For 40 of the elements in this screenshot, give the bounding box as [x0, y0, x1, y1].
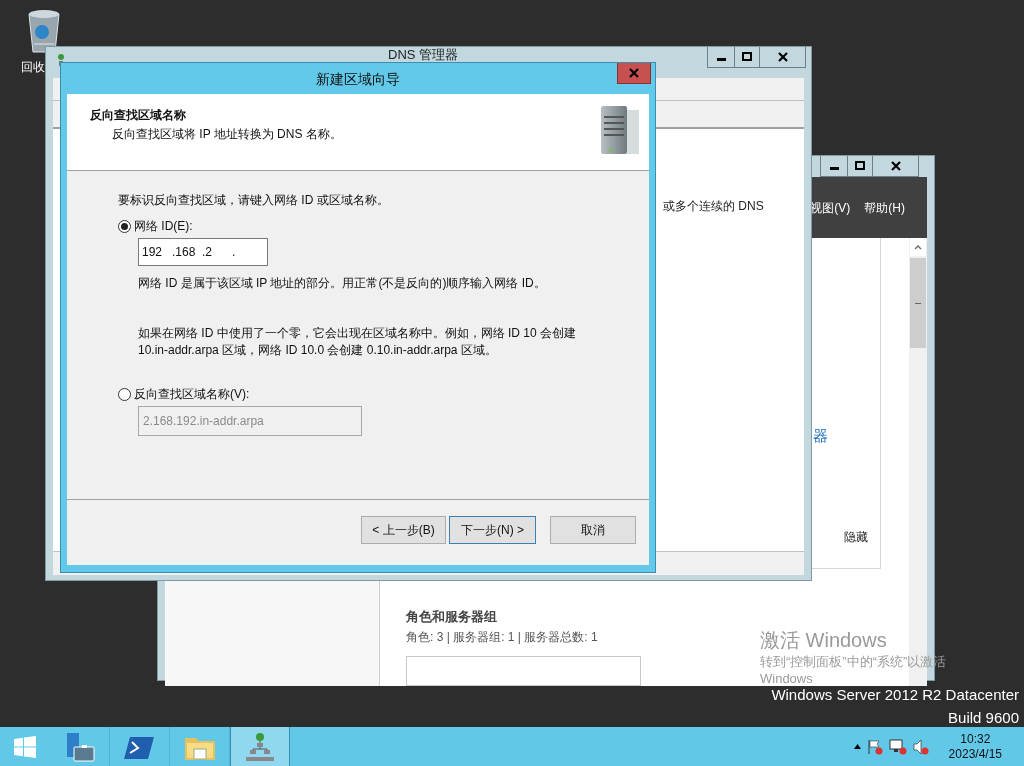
hide-label[interactable]: 隐藏	[844, 528, 868, 546]
clock[interactable]: 10:32 2023/4/15	[948, 731, 1002, 762]
windows-logo-icon	[13, 734, 37, 759]
speaker-icon[interactable]	[912, 738, 929, 755]
wizard-button[interactable]: 下一步(N) >	[449, 516, 536, 544]
activation-text: Windows	[760, 672, 814, 686]
ip-address-field[interactable]: 192 .168 .2 .	[138, 238, 268, 266]
description-text: 或多个连续的 DNS	[663, 199, 764, 213]
radio-button[interactable]: 网络 ID(E):	[118, 217, 193, 235]
window-title: DNS 管理器	[388, 48, 459, 62]
scroll-up-icon[interactable]	[914, 244, 922, 250]
hint-text: 网络 ID 是属于该区域 IP 地址的部分。用正常(不是反向的)顺序输入网络 ID。	[138, 275, 546, 292]
maximize-icon	[855, 161, 865, 171]
network-icon[interactable]	[888, 738, 907, 755]
wizard-button[interactable]: < 上一步(B)	[361, 516, 446, 544]
instruction-text: 要标识反向查找区域，请键入网络 ID 或区域名称。	[118, 192, 389, 209]
link[interactable]: 器	[813, 425, 828, 448]
scrollbar-thumb[interactable]	[910, 258, 926, 348]
dialog-title: 新建区域向导	[316, 70, 400, 89]
close-icon	[890, 161, 901, 171]
wizard-button[interactable]: 取消	[550, 516, 636, 544]
activation-title: 激活 Windows	[760, 628, 888, 652]
header-subtitle: 反向查找区域将 IP 地址转换为 DNS 名称。	[111, 126, 343, 143]
flag-icon[interactable]	[866, 738, 883, 755]
hint-text: 如果在网络 ID 中使用了一个零，它会出现在区域名称中。例如，网络 ID 10 会创建 10.in-addr.arpa 区域，网络 ID 10.0 会创建 0.10.in-addr.arpa 区域。	[138, 325, 577, 359]
close-icon	[777, 52, 788, 62]
server-icon	[601, 106, 641, 156]
desktop-icon-label[interactable]: 回收	[21, 58, 45, 76]
close-icon	[629, 68, 639, 78]
section-title: 角色和服务器组	[406, 608, 498, 626]
radio-button[interactable]: 反向查找区域名称(V):	[118, 385, 250, 403]
header-title: 反向查找区域名称	[90, 107, 187, 124]
os-info-text: Build 9600	[947, 708, 1019, 728]
network-tree-icon	[244, 731, 276, 762]
chevron-up-icon[interactable]	[853, 744, 861, 749]
os-info-text: Windows Server 2012 R2 Datacenter	[771, 685, 1019, 705]
section-summary: 角色: 3 | 服务器组: 1 | 服务器总数: 1	[406, 628, 598, 646]
menu-item[interactable]: 视图(V)	[810, 198, 851, 217]
maximize-icon	[742, 52, 752, 62]
menu-item[interactable]: 帮助(H)	[864, 198, 905, 217]
